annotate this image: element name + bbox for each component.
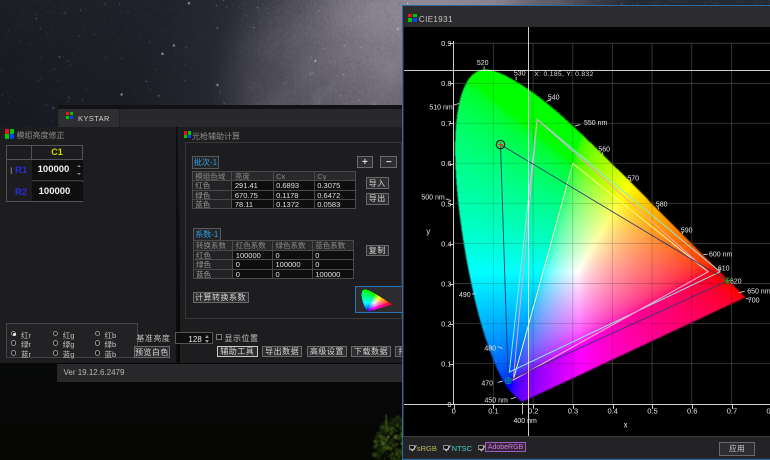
svg-text:480: 480 — [484, 345, 496, 352]
svg-text:0.2: 0.2 — [441, 320, 451, 329]
svg-text:0.9: 0.9 — [441, 39, 451, 48]
svg-text:0.1: 0.1 — [441, 360, 451, 369]
svg-text:0.6: 0.6 — [441, 159, 451, 168]
svg-text:0.2: 0.2 — [528, 407, 538, 416]
svg-text:600 nm: 600 nm — [709, 251, 733, 258]
svg-text:0.6: 0.6 — [687, 407, 697, 416]
svg-text:470: 470 — [481, 380, 493, 387]
svg-text:400 nm: 400 nm — [513, 418, 537, 425]
svg-text:620: 620 — [729, 278, 741, 285]
svg-text:650 nm: 650 nm — [747, 288, 770, 295]
svg-text:0.4: 0.4 — [607, 407, 617, 416]
svg-text:500 nm: 500 nm — [421, 194, 445, 201]
svg-text:0.8: 0.8 — [441, 79, 451, 88]
svg-text:0.8: 0.8 — [766, 407, 770, 416]
svg-text:y: y — [426, 227, 430, 236]
svg-text:0.3: 0.3 — [441, 279, 451, 288]
svg-text:700: 700 — [747, 297, 759, 304]
svg-text:0.4: 0.4 — [441, 239, 451, 248]
svg-text:0.7: 0.7 — [441, 119, 451, 128]
svg-text:490: 490 — [459, 292, 471, 299]
svg-text:580: 580 — [655, 201, 667, 208]
svg-text:530: 530 — [513, 70, 525, 77]
svg-text:570: 570 — [627, 175, 639, 182]
svg-text:0.1: 0.1 — [488, 407, 498, 416]
svg-text:450 nm: 450 nm — [484, 397, 508, 404]
svg-text:0: 0 — [451, 407, 455, 416]
svg-text:X: 0.185, Y: 0.832: X: 0.185, Y: 0.832 — [534, 71, 593, 78]
svg-text:520: 520 — [476, 60, 488, 67]
svg-text:0.3: 0.3 — [567, 407, 577, 416]
svg-text:510 nm: 510 nm — [429, 104, 453, 111]
svg-text:0.5: 0.5 — [647, 407, 657, 416]
svg-text:x: x — [623, 420, 627, 429]
svg-text:550 nm: 550 nm — [584, 120, 608, 127]
svg-text:560: 560 — [598, 146, 610, 153]
svg-text:0.7: 0.7 — [726, 407, 736, 416]
